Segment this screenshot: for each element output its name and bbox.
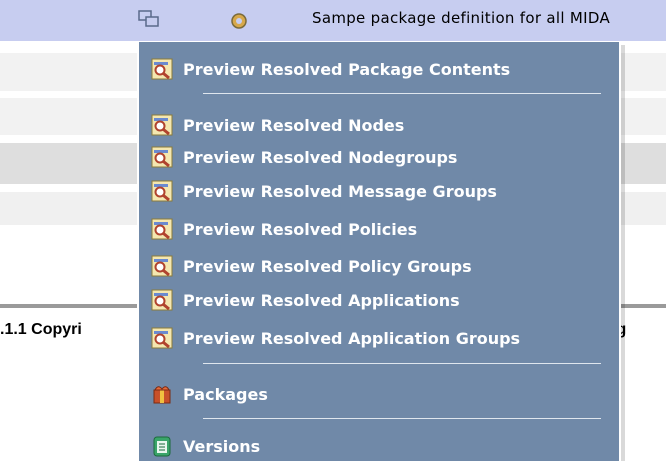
preview-icon [151,255,173,277]
menu-item-preview-application-groups[interactable]: Preview Resolved Application Groups [151,326,520,350]
menu-item-label: Preview Resolved Application Groups [183,328,521,348]
preview-icon [151,327,173,349]
menu-item-preview-message-groups[interactable]: Preview Resolved Message Groups [151,179,497,203]
copyright-text: .1.1 Copyri [0,321,82,338]
menu-item-preview-package-contents[interactable]: Preview Resolved Package Contents [151,57,510,81]
menu-separator [203,418,601,419]
menu-item-label: Versions [183,436,261,456]
preview-icon [151,58,173,80]
menu-item-packages[interactable]: Packages [151,382,268,406]
menu-item-label: Preview Resolved Nodegroups [183,147,458,167]
menu-item-label: Preview Resolved Policies [183,219,418,239]
menu-item-label: Preview Resolved Package Contents [183,59,511,79]
menu-item-preview-nodes[interactable]: Preview Resolved Nodes [151,113,404,137]
menu-separator [203,93,601,94]
menu-item-preview-nodegroups[interactable]: Preview Resolved Nodegroups [151,145,457,169]
package-icon [153,386,171,404]
preview-icon [151,289,173,311]
context-menu: Preview Resolved Package Contents Previe… [137,41,621,461]
menu-item-label: Packages [183,384,268,404]
menu-item-versions[interactable]: Versions [151,434,260,458]
menu-item-preview-applications[interactable]: Preview Resolved Applications [151,288,460,312]
preview-icon [151,114,173,136]
gear-icon[interactable] [229,11,249,35]
preview-icon [151,180,173,202]
menu-item-label: Preview Resolved Policy Groups [183,256,472,276]
versions-icon [153,436,171,457]
preview-icon [151,146,173,168]
package-row-header[interactable]: Sampe package definition for all MIDA [0,0,666,41]
menu-separator [203,363,601,364]
menu-item-label: Preview Resolved Message Groups [183,181,497,201]
menu-item-label: Preview Resolved Nodes [183,115,405,135]
menu-item-preview-policy-groups[interactable]: Preview Resolved Policy Groups [151,254,472,278]
menu-item-preview-policies[interactable]: Preview Resolved Policies [151,217,417,241]
menu-item-label: Preview Resolved Applications [183,290,460,310]
window-icon[interactable] [138,10,160,32]
package-description: Sampe package definition for all MIDA [312,9,611,27]
preview-icon [151,218,173,240]
